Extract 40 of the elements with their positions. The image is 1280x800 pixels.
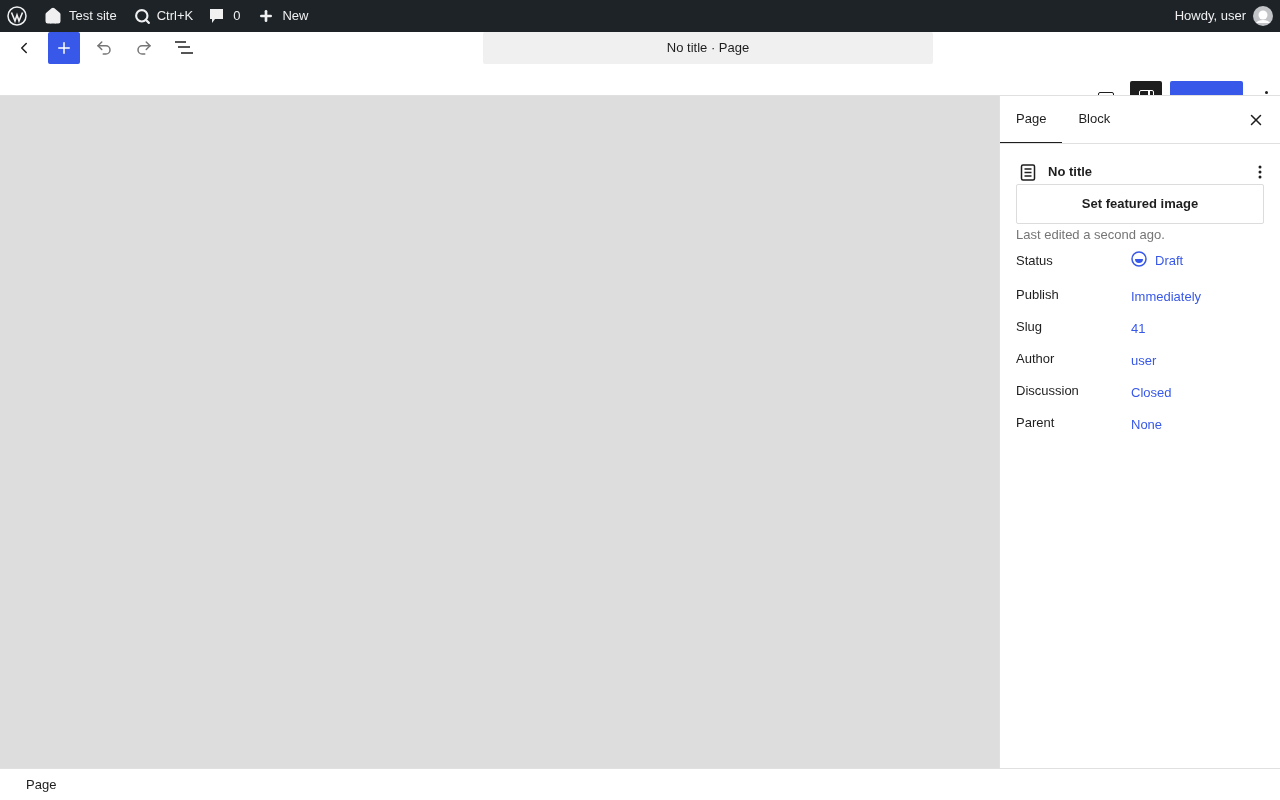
add-block-button[interactable] [48, 32, 80, 64]
more-vertical-icon [1258, 165, 1262, 179]
status-button[interactable]: Draft [1131, 250, 1184, 270]
field-label: Author [1016, 349, 1056, 368]
field-value-link[interactable]: Immediately [1131, 286, 1202, 306]
field-value-link[interactable]: user [1131, 350, 1157, 370]
options-icon[interactable] [1265, 91, 1268, 94]
avatar-icon[interactable] [1253, 6, 1273, 26]
greeting[interactable]: Howdy, user [1174, 6, 1246, 26]
comment-icon [209, 8, 225, 24]
redo-icon [135, 39, 153, 57]
plus-icon [258, 8, 275, 24]
search-link[interactable]: Ctrl+K [133, 6, 194, 26]
more-options-button[interactable] [1258, 165, 1262, 179]
breadcrumb[interactable]: Page [26, 774, 57, 795]
search-icon [133, 7, 151, 25]
post-title: No title [1048, 163, 1093, 182]
plus-icon [55, 39, 73, 57]
field-label: Discussion [1016, 381, 1080, 400]
home-icon [44, 7, 62, 25]
sidebar-tab[interactable]: Page [1000, 96, 1063, 143]
field-value-link[interactable]: 41 [1131, 318, 1146, 338]
page-icon [1020, 163, 1036, 181]
draft-status-icon [1131, 250, 1147, 267]
sidebar-tab[interactable]: Block [1062, 96, 1127, 143]
field-label: Parent [1016, 413, 1056, 432]
field-label: Slug [1016, 317, 1044, 336]
new-link[interactable]: New [258, 6, 309, 26]
undo-icon [95, 39, 113, 57]
set-featured-image-button[interactable]: Set featured image [1016, 184, 1264, 224]
last-edited-text: Last edited a second ago. [1016, 226, 1166, 244]
field-label: Publish [1016, 285, 1060, 304]
field-label: Status [1016, 251, 1054, 270]
wordpress-logo-icon[interactable] [7, 6, 27, 26]
field-value-link[interactable]: None [1131, 414, 1163, 434]
list-view-icon [174, 41, 194, 55]
comments-link[interactable]: 0 [209, 6, 241, 26]
field-value-link[interactable]: Closed [1131, 382, 1172, 402]
document-title-bar[interactable]: No title · Page [483, 32, 933, 64]
site-link[interactable]: Test site [44, 6, 117, 26]
